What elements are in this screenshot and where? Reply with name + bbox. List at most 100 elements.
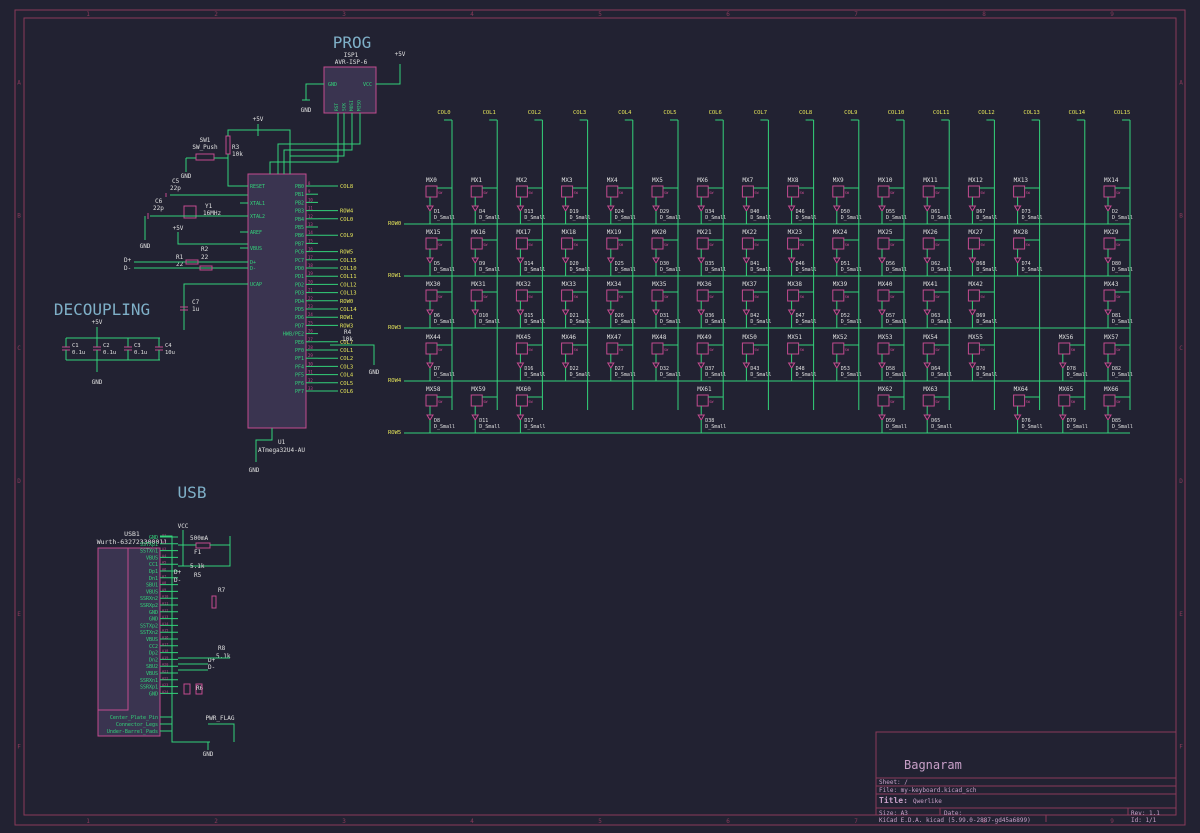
diode-value: D_Small: [976, 215, 997, 221]
switch-ref: MX66: [1104, 386, 1119, 393]
switch-ref: MX27: [968, 229, 983, 236]
usb-pin-label: SSRXp2: [140, 603, 158, 609]
usb-pin-number: A15: [162, 629, 168, 633]
usb-pin-label: GND: [149, 691, 158, 697]
usb-ref: USB1: [124, 530, 140, 538]
mcu-right-pin: PB1: [295, 192, 304, 198]
mcu-net-label: ROW0: [340, 299, 353, 305]
mcu-net-label: ROW5: [340, 250, 353, 256]
mcu-right-pin: PF4: [295, 364, 304, 370]
diode-value: D_Small: [660, 267, 681, 273]
usb-footer-pin: Center_Plate_Pin: [110, 715, 158, 721]
diode-value: D_Small: [796, 372, 817, 378]
diode-value: D_Small: [1022, 267, 1043, 273]
matrix-row-label: ROW4: [388, 378, 402, 384]
y1-ref: Y1: [205, 203, 213, 210]
switch-ref: MX24: [833, 229, 848, 236]
border-marker-left: C: [17, 345, 21, 352]
usb-pin-label: SSRXn1: [140, 678, 158, 684]
switch-ref: MX23: [788, 229, 803, 236]
usb-pin-label: SBU2: [146, 664, 158, 670]
diode-value: D_Small: [1112, 424, 1133, 430]
usb-r8-ref: R8: [218, 645, 226, 652]
diode-value: D_Small: [1112, 372, 1133, 378]
switch-ref: MX30: [426, 281, 441, 288]
mcu-left-pin: D-: [250, 266, 256, 272]
diode-value: D_Small: [976, 267, 997, 273]
switch-ref: MX20: [652, 229, 667, 236]
matrix-col-label: COL15: [1114, 110, 1131, 116]
diode-value: D_Small: [841, 319, 862, 325]
border-marker-right: C: [1179, 345, 1183, 352]
mcu-right-pin: PF7: [295, 389, 304, 395]
mcu-pin-number: 10: [308, 197, 313, 202]
switch-ref: MX36: [697, 281, 712, 288]
mcu-right-pin: PB6: [295, 233, 304, 239]
isp-gnd: GND: [301, 107, 312, 114]
switch-ref: MX19: [607, 229, 622, 236]
usb-pin-number: A8: [162, 581, 166, 585]
matrix-col-label: COL0: [437, 110, 450, 116]
usb-pin-number: A23: [162, 683, 168, 687]
usb-pin-number: A5: [162, 561, 166, 565]
usb-pin-label: SSTXp2: [140, 623, 158, 629]
sw-gnd: GND: [181, 173, 192, 180]
schematic-sheet: 112233445566778899A AB BC CD DE EF F PROG DECO…: [0, 0, 1200, 833]
border-marker-top: 4: [470, 11, 474, 18]
diode-value: D_Small: [524, 319, 545, 325]
company-name: Bagnaram: [904, 758, 962, 772]
usb-pin-number: A4: [162, 554, 166, 558]
mcu-right-pin: PF1: [295, 356, 304, 362]
hwb-gnd: GND: [369, 369, 380, 376]
border-marker-bottom: 4: [470, 818, 474, 825]
diode-value: D_Small: [570, 372, 591, 378]
switch-ref: MX14: [1104, 177, 1119, 184]
plus5v-reset: +5V: [253, 116, 264, 123]
decoupling-cap-ref: C3: [134, 343, 141, 349]
usb-fuse-ref: F1: [194, 549, 202, 556]
diode-value: D_Small: [615, 319, 636, 325]
border-marker-top: 2: [214, 11, 218, 18]
diode-value: D_Small: [796, 267, 817, 273]
border-marker-left: E: [17, 611, 21, 618]
diode-value: D_Small: [750, 372, 771, 378]
switch-ref: MX31: [471, 281, 486, 288]
mcu-pin-number: 24: [308, 312, 313, 317]
usb-pin-number: A13: [162, 615, 168, 619]
usb-pin-number: A6: [162, 568, 166, 572]
border-marker-bottom: 9: [1110, 818, 1114, 825]
border-marker-bottom: 7: [854, 818, 858, 825]
switch-ref: MX40: [878, 281, 893, 288]
switch-ref: MX29: [1104, 229, 1119, 236]
isp-pin-label: MOSI: [349, 100, 355, 111]
switch-ref: MX21: [697, 229, 712, 236]
size-field: Size: A3: [879, 810, 908, 817]
usb-pin-label: Dp1: [149, 569, 158, 575]
mcu-net-label: ROW4: [340, 209, 354, 215]
sw1-ref: SW1: [200, 137, 211, 144]
c6-ref: C6: [155, 198, 163, 205]
usb-pin-label: VBUS: [146, 589, 158, 595]
border-marker-bottom: 1: [86, 818, 90, 825]
usb-pin-number: A12: [162, 608, 168, 612]
date-field: Date:: [944, 810, 962, 817]
r2-value: 22: [201, 254, 209, 261]
border-marker-left: A: [17, 79, 21, 86]
border-marker-right: B: [1179, 212, 1183, 219]
mcu-left-pin: VBUS: [250, 246, 262, 252]
diode-value: D_Small: [660, 372, 681, 378]
mcu-ref: U1: [278, 439, 286, 446]
mcu-right-pin: PD2: [295, 282, 304, 288]
diode-value: D_Small: [886, 424, 907, 430]
mcu-pin-number: 27: [308, 337, 313, 342]
mcu-left-pin: XTAL1: [250, 201, 265, 207]
mcu-right-pin: PE6: [295, 340, 304, 346]
usb-pin-label: SSTXp1: [140, 542, 158, 548]
switch-ref: MX35: [652, 281, 667, 288]
matrix-col-label: COL6: [709, 110, 722, 116]
c7-ref: C7: [192, 299, 200, 306]
border-marker-top: 3: [342, 11, 346, 18]
switch-ref: MX53: [878, 334, 893, 341]
diode-value: D_Small: [479, 319, 500, 325]
mcu-net-label: COL5: [340, 381, 353, 387]
